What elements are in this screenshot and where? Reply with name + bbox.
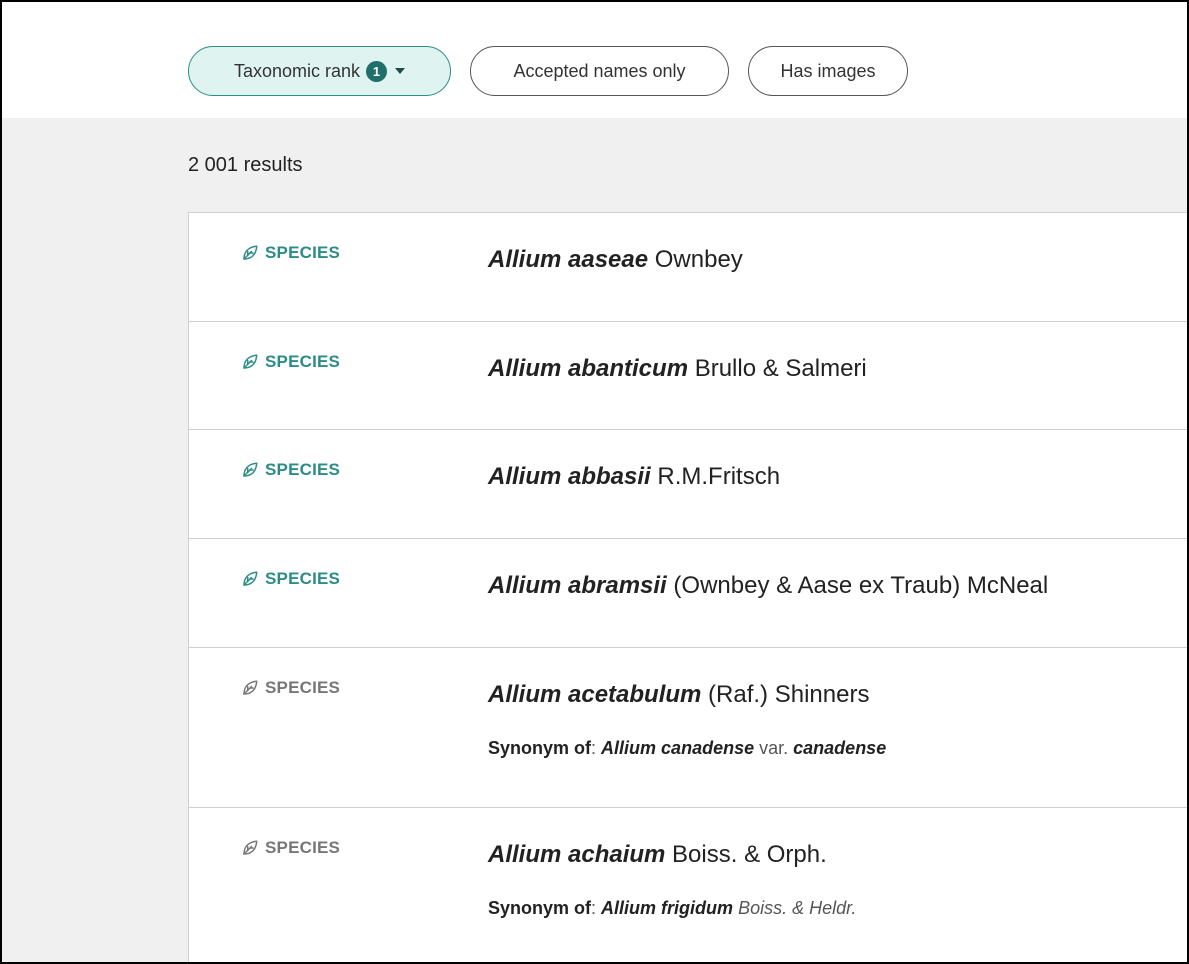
scientific-name-link[interactable]: Allium abbasii R.M.Fritsch xyxy=(488,463,780,491)
taxon-author: (Raf.) Shinners xyxy=(708,681,870,708)
taxon-author: Ownbey xyxy=(654,246,743,273)
taxon-name: Allium achaium xyxy=(488,841,666,868)
has-images-label: Has images xyxy=(780,60,876,81)
rank-label: SPECIES xyxy=(265,243,341,262)
has-images-chip[interactable]: Has images xyxy=(748,46,908,96)
rank-badge: SPECIES xyxy=(241,460,340,480)
rank-badge: SPECIES xyxy=(241,352,340,372)
rank-badge: SPECIES xyxy=(241,243,340,263)
taxonomic-rank-label: Taxonomic rank xyxy=(233,60,361,81)
taxonomic-rank-filter-chip[interactable]: Taxonomic rank 1 xyxy=(188,46,451,96)
synonym-of-label: Synonym of xyxy=(488,898,592,918)
taxon-author: Brullo & Salmeri xyxy=(694,355,867,382)
scientific-name-link[interactable]: Allium acetabulum (Raf.) Shinners xyxy=(488,681,869,709)
rank-badge: SPECIES xyxy=(241,678,340,698)
taxon-name: Allium abbasii xyxy=(488,463,651,490)
infra-rank: var. xyxy=(759,738,789,758)
accepted-names-only-label: Accepted names only xyxy=(513,60,686,81)
taxon-author: Boiss. & Orph. xyxy=(672,841,827,868)
scientific-name-link[interactable]: Allium abanticum Brullo & Salmeri xyxy=(488,355,867,383)
caret-down-icon xyxy=(395,68,406,74)
result-row[interactable]: SPECIES Allium abbasii R.M.Fritsch xyxy=(189,430,1187,539)
taxon-name: Allium abramsii xyxy=(488,572,667,599)
synonym-line: Synonym of: Allium canadense var. canade… xyxy=(488,738,887,758)
synonym-line: Synonym of: Allium frigidum Boiss. & Hel… xyxy=(488,898,857,918)
leaf-icon xyxy=(243,462,258,477)
result-row[interactable]: SPECIES Allium achaium Boiss. & Orph. Sy… xyxy=(189,808,1187,962)
result-row[interactable]: SPECIES Allium aaseae Ownbey xyxy=(189,213,1187,322)
results-list: SPECIES Allium aaseae Ownbey SPECIES All… xyxy=(188,212,1187,962)
synonym-of-label: Synonym of xyxy=(488,738,592,758)
rank-badge: SPECIES xyxy=(241,838,340,858)
leaf-icon xyxy=(243,354,258,369)
accepted-names-only-chip[interactable]: Accepted names only xyxy=(470,46,729,96)
filter-count-badge: 1 xyxy=(366,60,388,82)
taxon-name: Allium abanticum xyxy=(488,355,689,382)
scientific-name-link[interactable]: Allium abramsii (Ownbey & Aase ex Traub)… xyxy=(488,572,1048,600)
rank-label: SPECIES xyxy=(265,352,341,371)
infra-epithet: canadense xyxy=(793,738,887,758)
leaf-icon xyxy=(243,571,258,586)
scientific-name-link[interactable]: Allium achaium Boiss. & Orph. xyxy=(488,841,827,869)
results-count: 2 001 results xyxy=(188,154,303,176)
result-row[interactable]: SPECIES Allium acetabulum (Raf.) Shinner… xyxy=(189,648,1187,808)
accepted-name-link[interactable]: Allium canadense xyxy=(601,738,754,758)
taxon-author: R.M.Fritsch xyxy=(657,463,781,490)
app-frame: Taxonomic rank 1 Accepted names only Has… xyxy=(0,0,1189,964)
taxon-author: (Ownbey & Aase ex Traub) McNeal xyxy=(673,572,1049,599)
result-row[interactable]: SPECIES Allium abramsii (Ownbey & Aase e… xyxy=(189,539,1187,648)
leaf-icon xyxy=(243,245,258,260)
rank-label: SPECIES xyxy=(265,838,341,857)
taxon-name: Allium acetabulum xyxy=(488,681,702,708)
rank-label: SPECIES xyxy=(265,569,341,588)
accepted-name-author: Boiss. & Heldr. xyxy=(738,898,857,918)
leaf-icon xyxy=(243,840,258,855)
rank-badge: SPECIES xyxy=(241,569,340,589)
scientific-name-link[interactable]: Allium aaseae Ownbey xyxy=(488,246,743,274)
taxon-name: Allium aaseae xyxy=(488,246,649,273)
filter-bar: Taxonomic rank 1 Accepted names only Has… xyxy=(2,2,1187,118)
rank-label: SPECIES xyxy=(265,678,341,697)
result-row[interactable]: SPECIES Allium abanticum Brullo & Salmer… xyxy=(189,322,1187,430)
rank-label: SPECIES xyxy=(265,460,341,479)
leaf-icon xyxy=(243,680,258,695)
accepted-name-link[interactable]: Allium frigidum xyxy=(601,898,733,918)
